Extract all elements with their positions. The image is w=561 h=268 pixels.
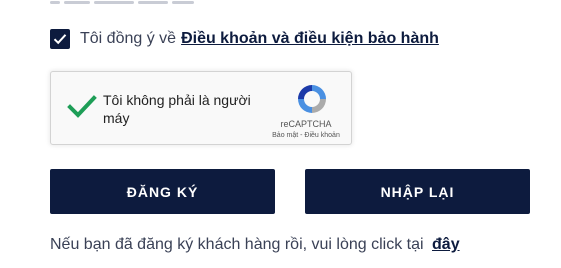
login-prompt: Nếu bạn đã đăng ký khách hàng rồi, vui l… (50, 236, 460, 254)
recaptcha-checkmark-icon[interactable] (67, 94, 97, 120)
login-text: Nếu bạn đã đăng ký khách hàng rồi, vui l… (50, 236, 424, 253)
recaptcha-brand: reCAPTCHA (280, 119, 332, 129)
terms-agreement-row: Tôi đồng ý về Điều khoản và điều kiện bả… (50, 28, 439, 50)
login-link[interactable]: đây (432, 236, 460, 253)
terms-checkbox[interactable] (50, 29, 70, 49)
terms-label: Tôi đồng ý về (80, 30, 177, 47)
recaptcha-widget: Tôi không phải là người máy reCAPTCHA Bả… (50, 71, 352, 145)
terms-link[interactable]: Điều khoản và điều kiện bảo hành (181, 30, 439, 48)
checkmark-icon (53, 34, 67, 45)
recaptcha-logo-icon (298, 85, 326, 113)
cut-off-content (50, 0, 270, 4)
recaptcha-links[interactable]: Bảo mật - Điều khoản (254, 132, 358, 139)
register-button[interactable]: ĐĂNG KÝ (50, 169, 275, 214)
reset-button[interactable]: NHẬP LẠI (305, 169, 530, 214)
recaptcha-label: Tôi không phải là người máy (103, 92, 251, 126)
